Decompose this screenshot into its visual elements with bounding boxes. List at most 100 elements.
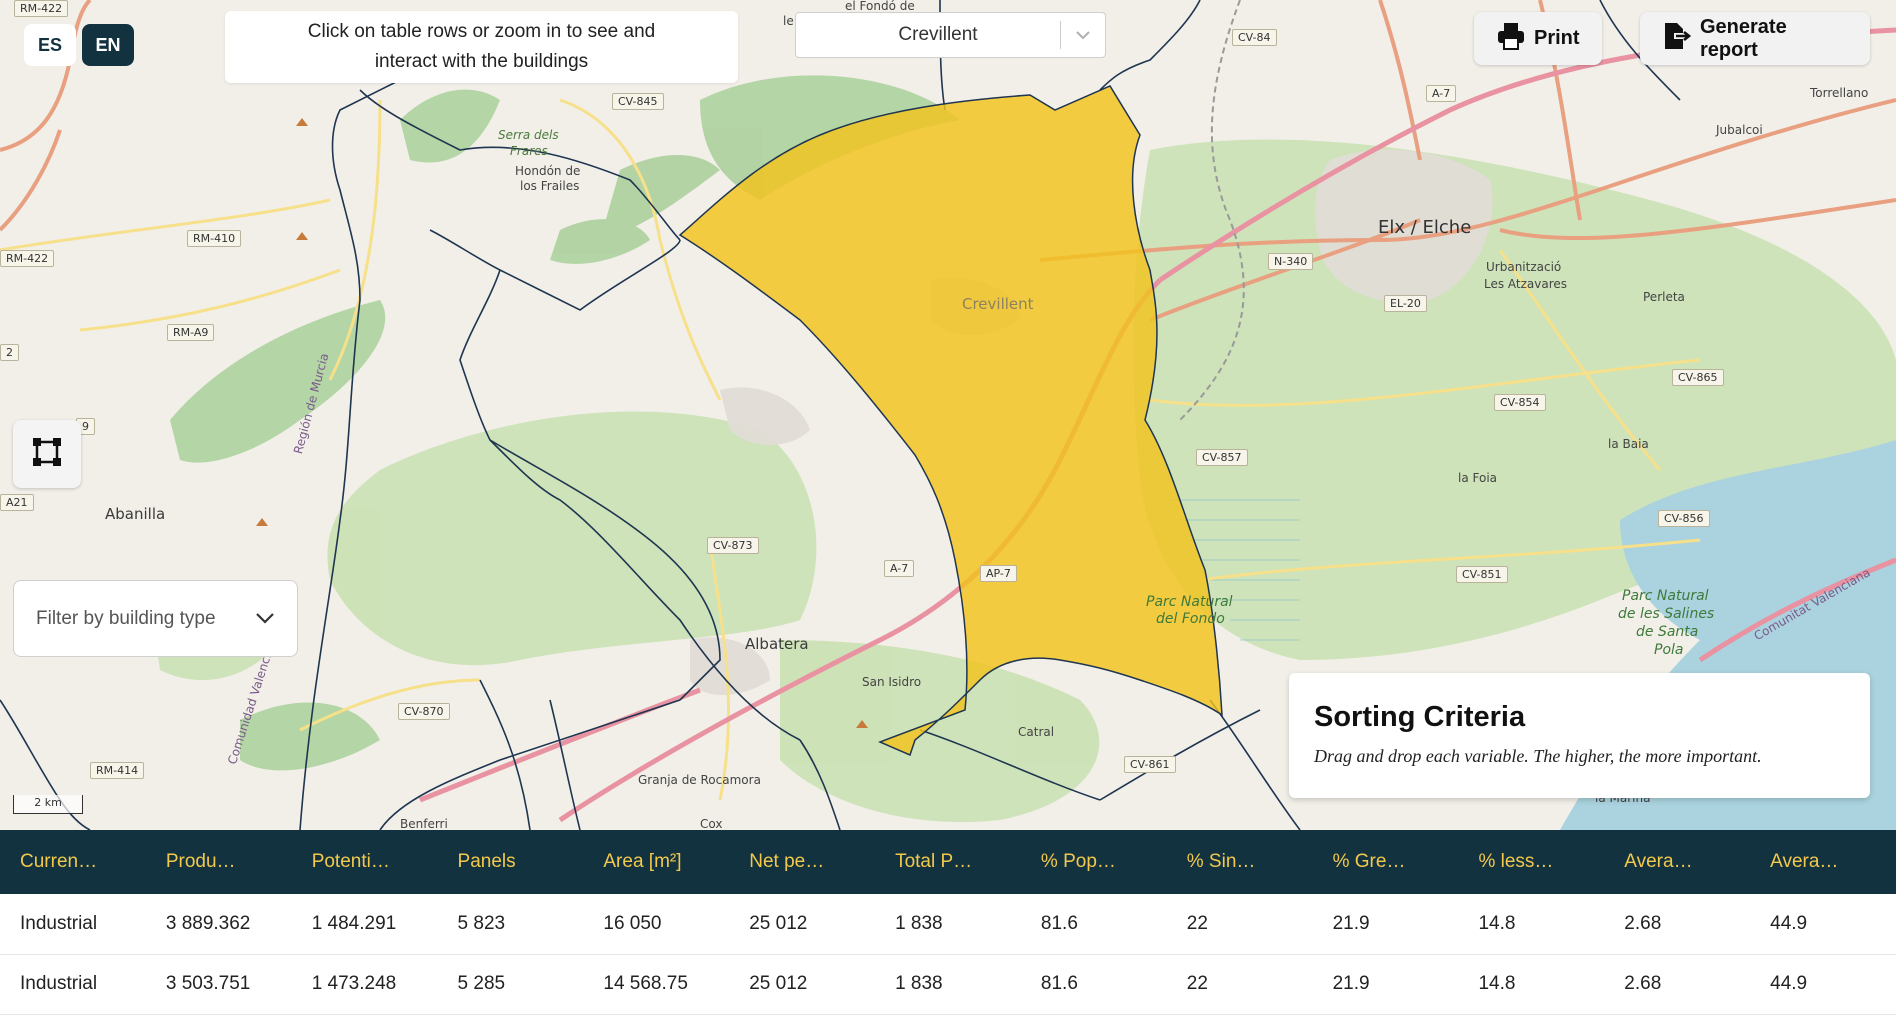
- place-label-parc-fondo-1: Parc Natural: [1146, 594, 1233, 610]
- place-label-hondon-2: los Frailes: [520, 179, 580, 193]
- road-shield: RM-422: [14, 0, 69, 17]
- print-button[interactable]: Print: [1474, 12, 1602, 65]
- place-label-serra-2: Frares: [510, 144, 548, 158]
- road-shield: 2: [0, 344, 19, 361]
- place-label-crevillent: Crevillent: [962, 295, 1034, 313]
- building-type-filter[interactable]: Filter by building type: [13, 580, 298, 657]
- table-cell: 2.68: [1604, 954, 1751, 1015]
- table-cell: Industrial: [0, 954, 146, 1015]
- road-shield: CV-84: [1232, 29, 1277, 46]
- table-cell: 1 838: [875, 954, 1021, 1015]
- road-shield: CV-845: [612, 93, 664, 110]
- chevron-down-icon[interactable]: [1061, 30, 1105, 40]
- place-label-elx: Elx / Elche: [1378, 217, 1472, 238]
- bounding-box-icon: [32, 437, 62, 472]
- sorting-criteria-panel: Sorting Criteria Drag and drop each vari…: [1289, 673, 1870, 798]
- column-header[interactable]: Produ…: [145, 830, 292, 894]
- road-shield: RM-A9: [167, 324, 215, 341]
- table-cell: Industrial: [0, 894, 146, 955]
- file-export-icon: [1662, 21, 1692, 57]
- table-cell: 21.9: [1312, 954, 1459, 1015]
- app-root: Elx / Elche Crevillent Albatera Abanilla…: [0, 0, 1896, 1030]
- table-cell: 3 889.362: [145, 894, 292, 955]
- place-label-hondon-1: Hondón de: [515, 164, 581, 178]
- road-shield: CV-873: [707, 537, 759, 554]
- print-label: Print: [1534, 27, 1580, 49]
- place-label-parc-fondo-2: del Fondo: [1156, 611, 1225, 627]
- table-row[interactable]: Industrial 3 889.362 1 484.291 5 823 16 …: [0, 894, 1896, 955]
- road-shield: CV-851: [1456, 566, 1508, 583]
- road-shield: CV-857: [1196, 449, 1248, 466]
- column-header[interactable]: % Pop…: [1020, 830, 1167, 894]
- place-label-atzavares-1: Urbanització: [1486, 260, 1562, 274]
- table-cell: 44.9: [1750, 894, 1896, 955]
- place-label-torrellano: Torrellano: [1810, 86, 1869, 100]
- place-label-catral: Catral: [1018, 725, 1055, 739]
- lang-en-button[interactable]: EN: [82, 24, 134, 66]
- column-header[interactable]: Area [m²]: [583, 830, 730, 894]
- sorting-criteria-title: Sorting Criteria: [1314, 701, 1526, 733]
- road-shield: CV-856: [1658, 510, 1710, 527]
- column-header[interactable]: Avera…: [1604, 830, 1751, 894]
- road-shield: CV-854: [1494, 394, 1546, 411]
- road-shield: RM-410: [187, 230, 242, 247]
- chevron-down-icon: [255, 608, 275, 630]
- column-header[interactable]: Panels: [437, 830, 584, 894]
- column-header[interactable]: % less…: [1458, 830, 1605, 894]
- place-label-salines-4: Pola: [1654, 642, 1684, 658]
- column-header[interactable]: % Gre…: [1312, 830, 1459, 894]
- table-row[interactable]: Industrial 3 503.751 1 473.248 5 285 14 …: [0, 954, 1896, 1015]
- table-cell: 25 012: [729, 954, 876, 1015]
- place-label-benferri: Benferri: [400, 817, 448, 830]
- place-label-perleta: Perleta: [1643, 290, 1685, 304]
- table-header-row: Curren… Produ… Potenti… Panels Area [m²]…: [0, 830, 1896, 894]
- table-cell: 21.9: [1312, 894, 1459, 955]
- language-toggle: ES EN: [24, 24, 134, 66]
- road-shield: A-7: [884, 560, 915, 577]
- buildings-table: Curren… Produ… Potenti… Panels Area [m²]…: [0, 830, 1896, 1015]
- column-header[interactable]: Avera…: [1750, 830, 1896, 894]
- printer-icon: [1496, 22, 1526, 56]
- map-hint: Click on table rows or zoom in to see an…: [225, 11, 738, 83]
- lang-es-button[interactable]: ES: [24, 24, 76, 66]
- map-hint-line-2: interact with the buildings: [374, 51, 589, 72]
- table-cell: 22: [1166, 894, 1313, 955]
- place-label-atzavares-2: Les Atzavares: [1484, 277, 1568, 291]
- table-cell: 3 503.751: [145, 954, 292, 1015]
- municipality-select[interactable]: Crevillent: [795, 12, 1106, 58]
- road-shield: A-7: [1426, 85, 1457, 102]
- table-cell: 14.8: [1458, 954, 1605, 1015]
- sorting-criteria-subtitle: Drag and drop each variable. The higher,…: [1314, 746, 1762, 766]
- table-cell: 22: [1166, 954, 1313, 1015]
- draw-rectangle-tool[interactable]: [13, 420, 81, 488]
- place-label-granja: Granja de Rocamora: [638, 773, 761, 787]
- road-shield: N-340: [1268, 253, 1314, 270]
- column-header[interactable]: % Sin…: [1166, 830, 1313, 894]
- column-header[interactable]: Curren…: [0, 830, 146, 894]
- place-label-cox: Cox: [700, 817, 723, 830]
- column-header[interactable]: Potenti…: [291, 830, 438, 894]
- place-label-le: le: [783, 14, 794, 28]
- place-label-salines-2: de les Salines: [1618, 606, 1715, 622]
- place-label-abanilla: Abanilla: [105, 505, 166, 523]
- road-shield: CV-865: [1672, 369, 1724, 386]
- column-header[interactable]: Total P…: [875, 830, 1021, 894]
- generate-report-button[interactable]: Generate report: [1640, 12, 1870, 65]
- map-view[interactable]: Elx / Elche Crevillent Albatera Abanilla…: [0, 0, 1896, 830]
- column-header[interactable]: Net pe…: [729, 830, 876, 894]
- table-cell: 14 568.75: [583, 954, 730, 1015]
- building-type-filter-placeholder: Filter by building type: [36, 607, 216, 629]
- table-cell: 2.68: [1604, 894, 1751, 955]
- road-shield: AP-7: [980, 565, 1017, 582]
- place-label-salines-1: Parc Natural: [1622, 588, 1709, 604]
- table-cell: 5 823: [437, 894, 584, 955]
- table-cell: 81.6: [1020, 954, 1167, 1015]
- table-cell: 1 838: [875, 894, 1021, 955]
- road-shield: RM-414: [90, 762, 145, 779]
- place-label-jubalcoi: Jubalcoi: [1716, 123, 1763, 137]
- municipality-select-value: Crevillent: [898, 24, 978, 45]
- place-label-albatera: Albatera: [745, 635, 809, 653]
- buildings-table-container: Curren… Produ… Potenti… Panels Area [m²]…: [0, 830, 1896, 1030]
- road-shield: A21: [0, 494, 34, 511]
- place-label-salines-3: de Santa: [1636, 624, 1699, 640]
